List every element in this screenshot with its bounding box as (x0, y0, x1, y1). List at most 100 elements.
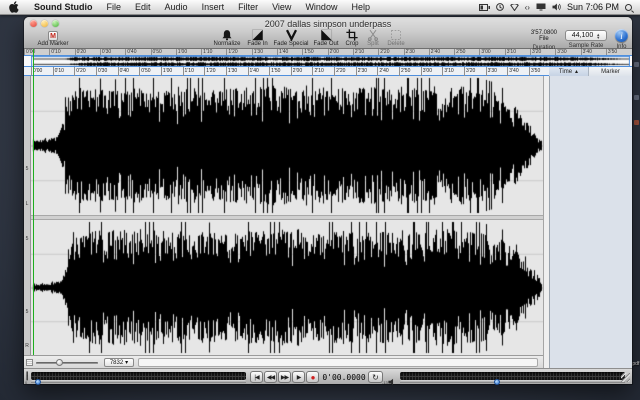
output-volume-thumb[interactable] (494, 379, 500, 385)
waveform-left-channel[interactable] (31, 76, 543, 215)
fade-special-button[interactable]: Fade Special (271, 29, 311, 49)
overview-waveform[interactable] (24, 56, 632, 67)
spotlight-icon[interactable] (625, 3, 632, 11)
normalize-button[interactable]: Normalize (210, 29, 244, 49)
fast-forward-button[interactable]: ▶▶ (278, 371, 291, 383)
overview-ruler[interactable]: 0'00 0'10 0'20 0'30 0'40 0'50 1'00 1'10 1'20 1'30… (24, 49, 632, 56)
menu-bar: Sound Studio File Edit Audio Insert Filter Vie… (0, 0, 640, 15)
displays-icon[interactable] (536, 3, 546, 11)
marker-list[interactable] (549, 76, 632, 368)
ruler-tick: 3'40 (507, 67, 519, 76)
toolbar: M Add Marker Normalize Fade In Fade Specia… (24, 29, 632, 51)
menu-item-filter[interactable]: Filter (231, 0, 265, 15)
menu-item-audio[interactable]: Audio (158, 0, 195, 15)
volume-icon[interactable] (552, 3, 561, 11)
tool-label: Delete (387, 41, 405, 47)
scale-label: 5 (25, 166, 29, 172)
ruler-tick: 1'40 (247, 67, 259, 76)
add-marker-button[interactable]: M Add Marker (30, 29, 76, 49)
ruler-tick: 0'20 (74, 67, 86, 76)
title-bar[interactable]: 2007 dallas simpson underpass (24, 17, 632, 29)
rewind-button[interactable]: ◀◀ (264, 371, 277, 383)
output-volume-slider[interactable] (400, 379, 625, 385)
horizontal-scrollbar[interactable] (138, 358, 538, 367)
marker-time-column-header[interactable]: Time ▴ (549, 67, 589, 76)
menu-item-edit[interactable]: Edit (128, 0, 158, 15)
airport-icon[interactable] (509, 3, 519, 11)
sort-arrow-icon: ▴ (575, 69, 579, 75)
input-gain-slider[interactable] (31, 379, 246, 385)
sound-studio-window: 2007 dallas simpson underpass M Add Mark… (24, 17, 632, 386)
delete-icon (390, 29, 402, 41)
menu-item-view[interactable]: View (265, 0, 298, 15)
menubar-status-area: ‹› Sun 7:06 PM (478, 2, 640, 12)
fade-special-icon (285, 29, 298, 41)
popup-arrow-icon: ▾ (125, 360, 129, 366)
toolbar-tools: Normalize Fade In Fade Special Fade Out Crop… (210, 29, 409, 49)
desktop-icon-fragment[interactable] (634, 120, 639, 125)
input-gain-thumb[interactable] (35, 379, 41, 385)
ruler-tick: 3'30 (555, 49, 567, 55)
menu-app-name[interactable]: Sound Studio (27, 0, 100, 15)
input-menu-icon[interactable]: ‹› (525, 3, 530, 12)
battery-icon[interactable] (478, 3, 490, 11)
go-to-start-button[interactable]: |◀ (250, 371, 263, 383)
menu-item-help[interactable]: Help (344, 0, 377, 15)
overview-canvas[interactable] (31, 56, 630, 66)
ruler-tick: 2'50 (399, 67, 411, 76)
transport-bar: ▐ ▐ 0 |◀ ◀◀ ▶▶ ▶ ● 0'00.0000 ↻ -13.9 (24, 368, 632, 386)
duration-display: 3'57.0800 File Duration (531, 30, 557, 51)
menu-item-window[interactable]: Window (298, 0, 344, 15)
scale-label: 5 (25, 309, 29, 315)
info-button[interactable]: i (615, 29, 628, 42)
fade-out-icon (320, 29, 333, 41)
record-button[interactable]: ● (306, 371, 319, 383)
menubar-clock[interactable]: Sun 7:06 PM (567, 2, 619, 12)
input-zero-label: 0 (25, 380, 28, 385)
grid-icon[interactable] (26, 359, 33, 366)
marker-name-column-header[interactable]: Marker (589, 67, 632, 76)
scale-label: 5 (25, 236, 29, 242)
apple-menu-icon[interactable] (9, 1, 19, 13)
ruler-tick: 1'50 (269, 67, 281, 76)
fade-in-button[interactable]: Fade In (244, 29, 271, 49)
loop-button[interactable]: ↻ (368, 371, 383, 383)
ruler-tick: 3'10 (504, 49, 516, 55)
zoom-scroll-row: 7832 ▾ (24, 355, 543, 368)
clock-icon[interactable] (495, 3, 504, 11)
ruler-tick: 1'50 (302, 49, 314, 55)
ruler-tick: 0'40 (125, 49, 137, 55)
sample-rate-popup[interactable]: 44,100 ▲ ▼ (565, 30, 607, 41)
waveform-display[interactable] (31, 76, 543, 355)
tool-label: Crop (345, 41, 359, 47)
menu-item-file[interactable]: File (100, 0, 129, 15)
zoom-level-popup[interactable]: 7832 ▾ (104, 358, 134, 367)
ruler-tick: 2'00 (327, 49, 339, 55)
time-ruler[interactable]: 0'00 0'10 0'20 0'30 0'40 0'50 1'00 1'10 1'20 1'30… (31, 67, 543, 76)
waveform-right-channel[interactable] (31, 220, 543, 355)
menu-item-insert[interactable]: Insert (195, 0, 232, 15)
ruler-tick: 2'10 (312, 67, 324, 76)
ruler-tick: 1'00 (175, 49, 188, 55)
ruler-tick: 3'20 (530, 49, 542, 55)
ruler-tick: 1'30 (251, 49, 263, 55)
ruler-tick: 3'00 (420, 67, 432, 76)
desktop-icon-fragment[interactable] (634, 62, 639, 67)
ruler-tick: 2'40 (428, 49, 441, 55)
ruler-tick: 2'10 (352, 49, 365, 55)
normalize-icon (221, 29, 233, 41)
toolbar-right: 3'57.0800 File Duration 44,100 ▲ ▼ Sample… (531, 29, 628, 51)
desktop-icon-label[interactable]: .pdf (631, 361, 639, 367)
zoom-slider-thumb[interactable] (56, 359, 63, 366)
resize-grip-icon[interactable] (621, 373, 630, 382)
info-control: i Info (615, 29, 628, 50)
tool-label: Fade Out (313, 41, 339, 47)
ruler-tick: 0'30 (99, 49, 112, 55)
play-button[interactable]: ▶ (292, 371, 305, 383)
transport-buttons: |◀ ◀◀ ▶▶ ▶ ● (250, 371, 319, 383)
zoom-slider[interactable] (36, 359, 98, 366)
desktop-icon-fragment[interactable] (634, 95, 639, 100)
fade-out-button[interactable]: Fade Out (311, 29, 341, 49)
crop-button[interactable]: Crop (341, 29, 363, 49)
ruler-tick: 1'40 (277, 49, 289, 55)
